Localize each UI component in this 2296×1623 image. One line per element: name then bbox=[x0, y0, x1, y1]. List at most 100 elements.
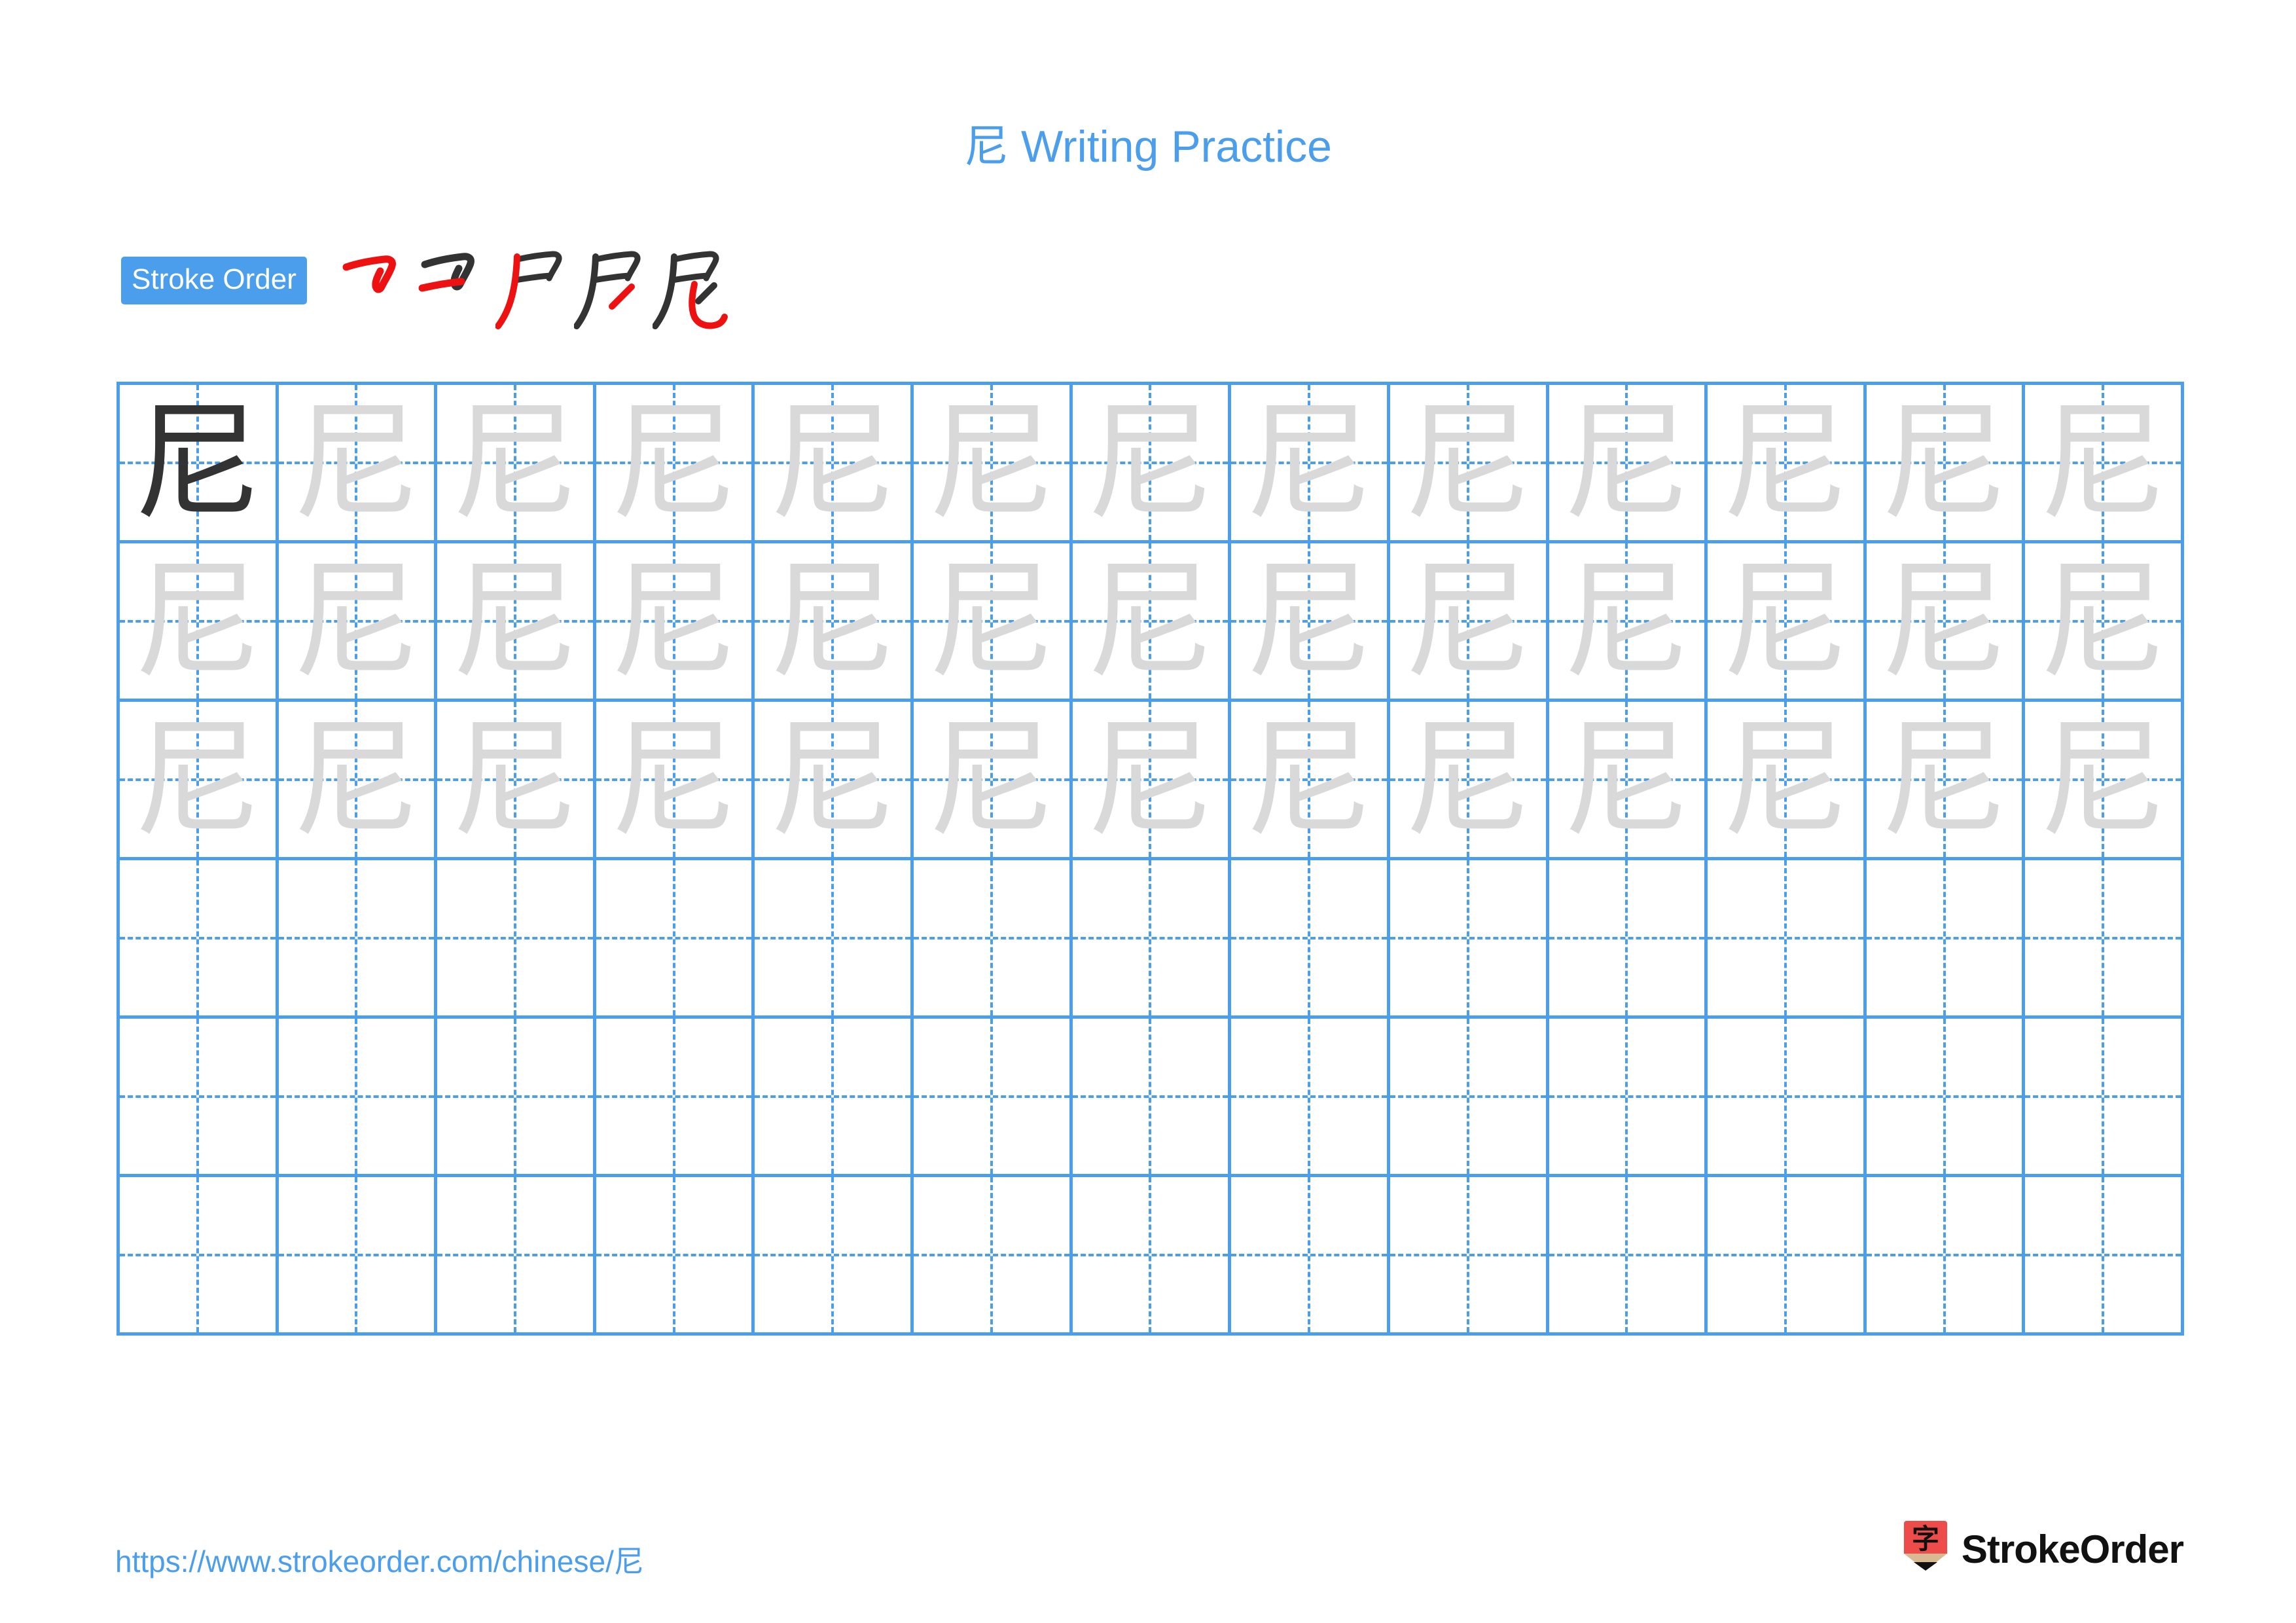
practice-cell-r3-c2[interactable]: 尼 bbox=[278, 702, 438, 860]
practice-cell-r6-c2[interactable] bbox=[278, 1177, 438, 1336]
practice-cell-r5-c8[interactable] bbox=[1231, 1019, 1390, 1177]
practice-cell-r2-c3[interactable]: 尼 bbox=[437, 543, 596, 702]
practice-cell-r6-c9[interactable] bbox=[1390, 1177, 1549, 1336]
trace-character: 尼 bbox=[1245, 546, 1374, 696]
practice-cell-r4-c12[interactable] bbox=[1866, 860, 2026, 1019]
practice-cell-r3-c10[interactable]: 尼 bbox=[1549, 702, 1708, 860]
practice-cell-r5-c1[interactable] bbox=[120, 1019, 279, 1177]
practice-cell-r5-c9[interactable] bbox=[1390, 1019, 1549, 1177]
practice-cell-r6-c8[interactable] bbox=[1231, 1177, 1390, 1336]
practice-cell-r3-c11[interactable]: 尼 bbox=[1708, 702, 1867, 860]
practice-cell-r6-c13[interactable] bbox=[2025, 1177, 2184, 1336]
practice-cell-r5-c3[interactable] bbox=[437, 1019, 596, 1177]
practice-cell-r4-c4[interactable] bbox=[596, 860, 755, 1019]
practice-cell-r1-c1[interactable]: 尼 bbox=[120, 385, 279, 543]
practice-cell-r2-c5[interactable]: 尼 bbox=[755, 543, 914, 702]
practice-cell-r2-c7[interactable]: 尼 bbox=[1072, 543, 1232, 702]
practice-cell-r5-c12[interactable] bbox=[1866, 1019, 2026, 1177]
stroke-step-4-icon bbox=[573, 251, 641, 329]
practice-cell-r6-c1[interactable] bbox=[120, 1177, 279, 1336]
trace-character: 尼 bbox=[1403, 704, 1532, 854]
practice-cell-r2-c13[interactable]: 尼 bbox=[2025, 543, 2184, 702]
trace-character: 尼 bbox=[768, 546, 897, 696]
trace-character: 尼 bbox=[1562, 704, 1691, 854]
practice-cell-r4-c6[interactable] bbox=[914, 860, 1073, 1019]
trace-character: 尼 bbox=[1880, 704, 2009, 854]
practice-cell-r5-c13[interactable] bbox=[2025, 1019, 2184, 1177]
practice-cell-r1-c12[interactable]: 尼 bbox=[1866, 385, 2026, 543]
page-title-text: Writing Practice bbox=[1009, 122, 1332, 172]
practice-cell-r6-c12[interactable] bbox=[1866, 1177, 2026, 1336]
footer-url[interactable]: https://www.strokeorder.com/chinese/尼 bbox=[115, 1538, 644, 1581]
practice-cell-r3-c6[interactable]: 尼 bbox=[914, 702, 1073, 860]
practice-cell-r6-c11[interactable] bbox=[1708, 1177, 1867, 1336]
practice-cell-r3-c8[interactable]: 尼 bbox=[1231, 702, 1390, 860]
practice-cell-r3-c3[interactable]: 尼 bbox=[437, 702, 596, 860]
practice-cell-r5-c4[interactable] bbox=[596, 1019, 755, 1177]
practice-cell-r1-c8[interactable]: 尼 bbox=[1231, 385, 1390, 543]
trace-character: 尼 bbox=[451, 388, 580, 538]
practice-cell-r6-c6[interactable] bbox=[914, 1177, 1073, 1336]
practice-cell-r1-c4[interactable]: 尼 bbox=[596, 385, 755, 543]
trace-character: 尼 bbox=[292, 704, 421, 854]
trace-character: 尼 bbox=[1245, 388, 1374, 538]
page-title: 尼 Writing Practice bbox=[0, 110, 2296, 175]
practice-cell-r5-c5[interactable] bbox=[755, 1019, 914, 1177]
practice-cell-r1-c3[interactable]: 尼 bbox=[437, 385, 596, 543]
practice-cell-r3-c1[interactable]: 尼 bbox=[120, 702, 279, 860]
trace-character: 尼 bbox=[927, 546, 1056, 696]
practice-cell-r4-c3[interactable] bbox=[437, 860, 596, 1019]
practice-cell-r4-c1[interactable] bbox=[120, 860, 279, 1019]
trace-character: 尼 bbox=[927, 388, 1056, 538]
model-character: 尼 bbox=[133, 388, 262, 538]
practice-cell-r1-c10[interactable]: 尼 bbox=[1549, 385, 1708, 543]
practice-cell-r1-c5[interactable]: 尼 bbox=[755, 385, 914, 543]
practice-cell-r3-c13[interactable]: 尼 bbox=[2025, 702, 2184, 860]
practice-cell-r4-c5[interactable] bbox=[755, 860, 914, 1019]
practice-cell-r3-c5[interactable]: 尼 bbox=[755, 702, 914, 860]
practice-cell-r4-c13[interactable] bbox=[2025, 860, 2184, 1019]
practice-cell-r4-c10[interactable] bbox=[1549, 860, 1708, 1019]
practice-cell-r4-c7[interactable] bbox=[1072, 860, 1232, 1019]
practice-cell-r6-c5[interactable] bbox=[755, 1177, 914, 1336]
practice-cell-r1-c2[interactable]: 尼 bbox=[278, 385, 438, 543]
practice-cell-r5-c7[interactable] bbox=[1072, 1019, 1232, 1177]
practice-cell-r4-c2[interactable] bbox=[278, 860, 438, 1019]
practice-cell-r6-c3[interactable] bbox=[437, 1177, 596, 1336]
practice-cell-r4-c11[interactable] bbox=[1708, 860, 1867, 1019]
stroke-step-1 bbox=[338, 247, 417, 333]
practice-cell-r2-c11[interactable]: 尼 bbox=[1708, 543, 1867, 702]
practice-cell-r2-c8[interactable]: 尼 bbox=[1231, 543, 1390, 702]
stroke-step-3 bbox=[495, 247, 574, 333]
trace-character: 尼 bbox=[451, 704, 580, 854]
practice-cell-r2-c12[interactable]: 尼 bbox=[1866, 543, 2026, 702]
practice-cell-r1-c13[interactable]: 尼 bbox=[2025, 385, 2184, 543]
practice-cell-r1-c11[interactable]: 尼 bbox=[1708, 385, 1867, 543]
brand-logo[interactable]: 字 StrokeOrder bbox=[1901, 1518, 2184, 1580]
practice-cell-r5-c6[interactable] bbox=[914, 1019, 1073, 1177]
practice-cell-r6-c10[interactable] bbox=[1549, 1177, 1708, 1336]
practice-cell-r3-c12[interactable]: 尼 bbox=[1866, 702, 2026, 860]
practice-cell-r2-c2[interactable]: 尼 bbox=[278, 543, 438, 702]
practice-cell-r4-c8[interactable] bbox=[1231, 860, 1390, 1019]
practice-cell-r2-c6[interactable]: 尼 bbox=[914, 543, 1073, 702]
practice-cell-r1-c7[interactable]: 尼 bbox=[1072, 385, 1232, 543]
practice-cell-r2-c4[interactable]: 尼 bbox=[596, 543, 755, 702]
practice-cell-r1-c9[interactable]: 尼 bbox=[1390, 385, 1549, 543]
practice-cell-r5-c10[interactable] bbox=[1549, 1019, 1708, 1177]
practice-cell-r2-c10[interactable]: 尼 bbox=[1549, 543, 1708, 702]
practice-cell-r3-c9[interactable]: 尼 bbox=[1390, 702, 1549, 860]
practice-cell-r6-c7[interactable] bbox=[1072, 1177, 1232, 1336]
trace-character: 尼 bbox=[1880, 546, 2009, 696]
practice-cell-r1-c6[interactable]: 尼 bbox=[914, 385, 1073, 543]
practice-cell-r4-c9[interactable] bbox=[1390, 860, 1549, 1019]
trace-character: 尼 bbox=[1086, 546, 1215, 696]
practice-cell-r3-c7[interactable]: 尼 bbox=[1072, 702, 1232, 860]
practice-cell-r2-c9[interactable]: 尼 bbox=[1390, 543, 1549, 702]
practice-cell-r3-c4[interactable]: 尼 bbox=[596, 702, 755, 860]
practice-cell-r5-c11[interactable] bbox=[1708, 1019, 1867, 1177]
trace-character: 尼 bbox=[609, 388, 738, 538]
practice-cell-r2-c1[interactable]: 尼 bbox=[120, 543, 279, 702]
practice-cell-r6-c4[interactable] bbox=[596, 1177, 755, 1336]
practice-cell-r5-c2[interactable] bbox=[278, 1019, 438, 1177]
